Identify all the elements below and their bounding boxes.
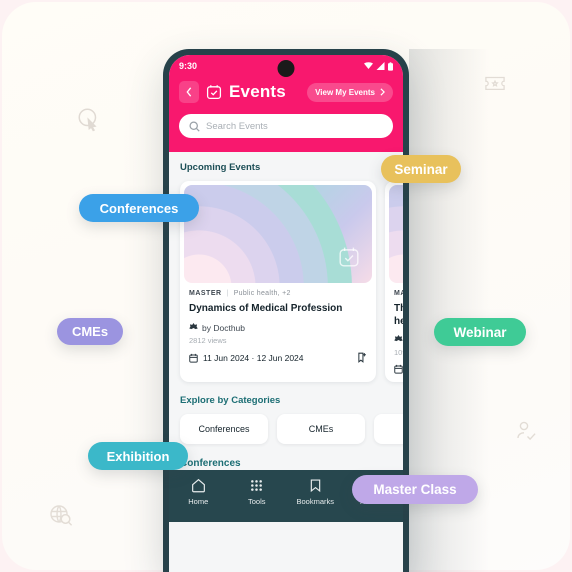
- search-input[interactable]: Search Events: [179, 114, 393, 138]
- view-my-events-label: View My Events: [315, 87, 375, 97]
- upcoming-events-row[interactable]: MASTER | Public health, +2 Dynamics of M…: [169, 181, 403, 382]
- bookmark-add-icon[interactable]: [357, 352, 367, 365]
- wifi-icon: [364, 62, 373, 69]
- event-views: 1091: [394, 348, 403, 357]
- event-organizer: b: [394, 335, 403, 345]
- event-title: The hea: [394, 303, 403, 328]
- calendar-icon: [189, 353, 198, 363]
- explore-categories-heading: Explore by Categories: [180, 395, 281, 406]
- event-title-line1: The: [394, 303, 403, 314]
- event-organizer-label: by Docthub: [202, 322, 245, 333]
- event-card[interactable]: MASTER | Public health, +2 Dynamics of M…: [180, 181, 376, 382]
- event-dates: 11 Jun 2024 · 12 Jun 2024: [203, 353, 304, 363]
- event-card-image: [184, 185, 372, 283]
- pill-exhibition[interactable]: Exhibition: [88, 442, 188, 470]
- nav-label: Home: [188, 497, 209, 506]
- pill-masterclass[interactable]: Master Class: [352, 475, 478, 504]
- status-time: 9:30: [179, 61, 198, 71]
- ticket-icon: [484, 73, 506, 93]
- battery-icon: [388, 61, 393, 71]
- status-bar: 9:30: [169, 55, 403, 77]
- award-icon: [189, 322, 198, 329]
- event-card-body: MASTER | Public health, +2 Dynamics of M…: [180, 283, 376, 373]
- pill-webinar[interactable]: Webinar: [434, 318, 526, 346]
- event-badge: MASTER: [189, 290, 222, 297]
- nav-label: Tools: [247, 497, 266, 506]
- event-organizer: by Docthub: [189, 322, 367, 333]
- signal-icon: [376, 62, 385, 70]
- event-meta: MAS: [394, 290, 403, 297]
- globe-search-icon: [48, 503, 74, 527]
- click-target-icon: [76, 106, 102, 132]
- conferences-heading: Conferences: [180, 458, 241, 469]
- search-placeholder: Search Events: [206, 120, 268, 132]
- award-icon: [394, 335, 403, 342]
- nav-item-bookmarks[interactable]: Bookmarks: [286, 478, 345, 506]
- calendar-icon: [394, 364, 403, 374]
- categories-row[interactable]: Conferences CMEs Sem: [169, 414, 403, 444]
- event-badge: MAS: [394, 290, 403, 297]
- event-views: 2812 views: [189, 335, 227, 345]
- event-tags: Public health, +2: [233, 290, 291, 297]
- pill-cmes[interactable]: CMEs: [57, 318, 123, 345]
- view-my-events-button[interactable]: View My Events: [307, 82, 393, 102]
- pill-conferences[interactable]: Conferences: [79, 194, 199, 222]
- bookmark-icon: [310, 479, 320, 493]
- event-card-image: [389, 185, 403, 283]
- category-chip[interactable]: Sem: [374, 414, 403, 444]
- event-card[interactable]: MAS The hea b 1091: [385, 181, 403, 382]
- event-title-line2: hea: [394, 315, 403, 327]
- category-chip[interactable]: Conferences: [180, 414, 268, 444]
- page-title: Events: [229, 82, 286, 101]
- nav-item-tools[interactable]: Tools: [228, 478, 287, 506]
- calendar-check-icon: [206, 84, 222, 100]
- event-meta: MASTER | Public health, +2: [189, 290, 367, 297]
- chevron-left-icon: [186, 87, 192, 97]
- calendar-check-icon: [338, 246, 360, 273]
- nav-label: Bookmarks: [296, 497, 334, 506]
- event-card-body: MAS The hea b 1091: [385, 283, 403, 382]
- event-dates-row: 1: [394, 364, 403, 374]
- category-chip[interactable]: CMEs: [277, 414, 365, 444]
- grid-icon: [251, 480, 263, 491]
- meta-separator: |: [226, 290, 229, 297]
- camera-notch: [277, 60, 295, 77]
- event-title: Dynamics of Medical Profession: [189, 303, 343, 314]
- nav-item-home[interactable]: Home: [169, 478, 228, 506]
- user-check-icon: [515, 420, 539, 442]
- chevron-right-icon: [380, 88, 385, 96]
- back-button[interactable]: [179, 81, 199, 103]
- screen-body: Upcoming Events MASTER | Public health, …: [169, 152, 403, 522]
- status-icons: [364, 61, 393, 71]
- search-icon: [189, 120, 200, 132]
- event-dates-row: 11 Jun 2024 · 12 Jun 2024: [189, 352, 367, 365]
- home-icon: [191, 478, 205, 493]
- upcoming-events-heading: Upcoming Events: [180, 162, 261, 173]
- screenshot-stage: 9:30 Events View My Events Search Events…: [0, 0, 572, 572]
- app-header: Events View My Events Search Events: [169, 77, 403, 152]
- pill-seminar[interactable]: Seminar: [381, 155, 461, 183]
- header-row: Events View My Events: [179, 81, 393, 103]
